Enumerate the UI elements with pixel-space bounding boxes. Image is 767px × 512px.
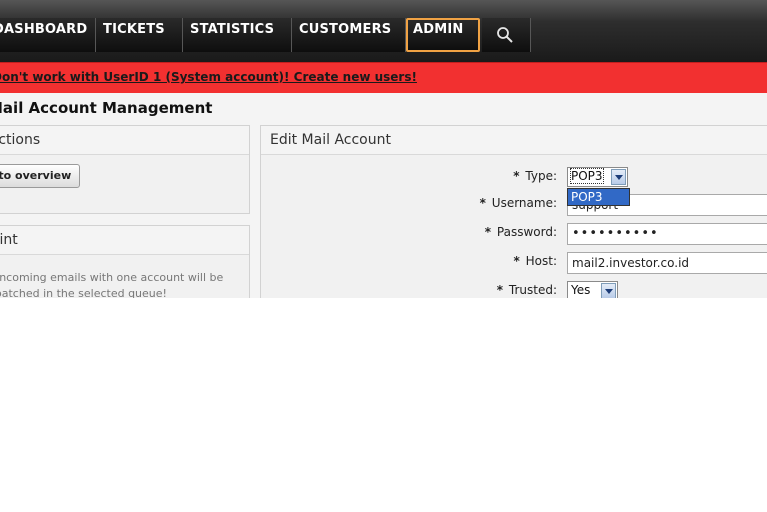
nav-admin[interactable]: ADMIN	[406, 18, 480, 52]
host-label: * Host:	[513, 254, 557, 268]
password-row: * Password: ••••••••••	[261, 223, 767, 247]
password-label: * Password:	[484, 225, 557, 239]
search-icon	[497, 27, 513, 43]
nav-customers[interactable]: CUSTOMERS	[292, 18, 406, 52]
edit-mail-account-box: Edit Mail Account * Type: POP3 POP3 * Us…	[260, 125, 767, 298]
type-label: * Type:	[513, 169, 557, 183]
type-dropdown-list: POP3	[567, 188, 630, 206]
trusted-row: * Trusted: Yes	[261, 281, 767, 298]
dropdown-arrow-icon[interactable]	[611, 169, 626, 185]
dropdown-arrow-icon[interactable]	[601, 283, 616, 298]
host-input[interactable]: mail2.investor.co.id	[567, 252, 767, 274]
go-to-overview-button[interactable]: Go to overview	[0, 164, 81, 188]
type-row: * Type: POP3	[261, 167, 767, 191]
host-row: * Host: mail2.investor.co.id	[261, 252, 767, 276]
main-menu: DASHBOARD TICKETS STATISTICS CUSTOMERS A…	[0, 18, 531, 52]
nav-dashboard[interactable]: DASHBOARD	[0, 18, 96, 52]
nav-search[interactable]	[482, 18, 531, 52]
type-option-pop3[interactable]: POP3	[568, 189, 629, 205]
trusted-label: * Trusted:	[496, 283, 557, 297]
nav-tickets[interactable]: TICKETS	[96, 18, 183, 52]
actions-header: Actions	[0, 126, 249, 155]
nav-statistics[interactable]: STATISTICS	[183, 18, 292, 52]
notice-link[interactable]: Don't work with UserID 1 (System account…	[0, 70, 417, 84]
hint-box: Hint All incoming emails with one accoun…	[0, 225, 250, 298]
type-select[interactable]: POP3	[567, 167, 628, 187]
system-notice-bar: Don't work with UserID 1 (System account…	[0, 62, 767, 93]
edit-header: Edit Mail Account	[261, 126, 767, 155]
hint-text: All incoming emails with one account wil…	[0, 271, 224, 298]
password-input[interactable]: ••••••••••	[567, 223, 767, 245]
hint-header: Hint	[0, 226, 249, 255]
username-row: * Username: support	[261, 194, 767, 218]
actions-box: Actions Go to overview	[0, 125, 250, 214]
trusted-select[interactable]: Yes	[567, 281, 618, 298]
username-label: * Username:	[479, 196, 557, 210]
top-navigation: DASHBOARD TICKETS STATISTICS CUSTOMERS A…	[0, 0, 767, 62]
page-title: Mail Account Management	[0, 99, 213, 117]
browser-viewport: DASHBOARD TICKETS STATISTICS CUSTOMERS A…	[0, 0, 767, 298]
